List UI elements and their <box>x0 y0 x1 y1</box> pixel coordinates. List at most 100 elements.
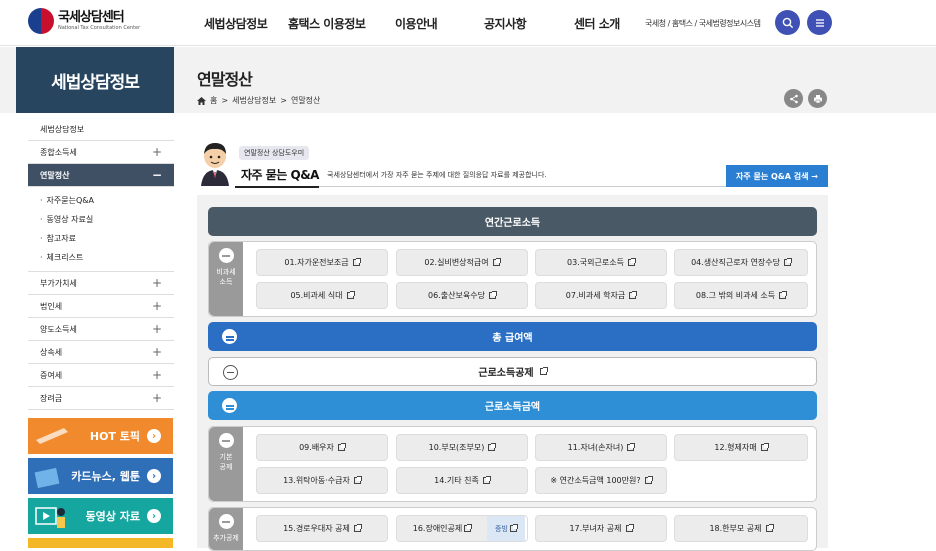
group-label-nontax[interactable]: 비과세 소득 <box>209 242 243 316</box>
sidebar-item-corporate-tax[interactable]: 법인세 + <box>28 295 174 318</box>
print-button[interactable] <box>808 89 827 108</box>
nav-hometax[interactable]: 홈택스 이용정보 <box>288 15 366 32</box>
sidebar-item-year-end[interactable]: 연말정산 − <box>28 164 174 187</box>
sidebar-item-income-tax[interactable]: 종합소득세 + <box>28 141 174 164</box>
qa-item-15[interactable]: 15.경로우대자 공제 <box>256 515 388 542</box>
promo-next[interactable] <box>28 538 173 548</box>
bar-income-amount[interactable]: 근로소득금액 <box>208 391 817 420</box>
qa-item-17[interactable]: 17.부녀자 공제 <box>535 515 667 542</box>
qa-item-06[interactable]: 06.출산보육수당 <box>396 282 528 309</box>
bar-annual-income[interactable]: 연간근로소득 <box>208 207 817 236</box>
submenu-item-reference[interactable]: · 참고자료 <box>40 229 174 248</box>
home-icon[interactable] <box>197 96 206 105</box>
collapse-icon <box>218 248 234 263</box>
qa-item-16-link[interactable]: 16.장애인공제 <box>397 516 487 541</box>
qa-description: 국세상담센터에서 가장 자주 묻는 주제에 대한 질의응답 자료를 제공합니다. <box>327 171 547 179</box>
promo-video[interactable]: 동영상 자료 › <box>28 498 173 534</box>
news-icon <box>34 467 60 489</box>
plus-icon: + <box>151 345 162 359</box>
sidebar-item-label: 장려금 <box>40 393 63 403</box>
external-link-icon <box>464 524 473 532</box>
qa-item-income-limit[interactable]: ※ 연간소득금액 100만원? <box>535 467 667 494</box>
external-link-icon <box>539 367 548 375</box>
qa-item-16-proof[interactable]: 증빙 <box>487 516 525 541</box>
external-link-icon <box>627 258 636 266</box>
plus-icon: + <box>151 391 162 405</box>
sidebar-item-label: 연말정산 <box>40 170 70 180</box>
qa-item-03[interactable]: 03.국외근로소득 <box>535 249 667 276</box>
collapse-icon <box>223 365 238 380</box>
promo-label: 카드뉴스, 웹툰 <box>71 470 140 483</box>
nav-about[interactable]: 센터 소개 <box>574 15 620 32</box>
print-icon <box>813 94 822 103</box>
site-logo[interactable]: 국세상담센터 National Tax Consultation Center <box>28 8 140 34</box>
search-button[interactable] <box>775 10 800 35</box>
logo-emblem-icon <box>28 8 54 34</box>
nav-tax-info[interactable]: 세법상담정보 <box>204 15 268 32</box>
helper-badge: 연말정산 상담도우미 <box>239 146 310 160</box>
qa-item-07[interactable]: 07.비과세 학자금 <box>535 282 667 309</box>
qa-item-12[interactable]: 12.형제자매 <box>674 434 808 461</box>
qa-item-02[interactable]: 02.실비변상적급여 <box>396 249 528 276</box>
bar-deduction[interactable]: 근로소득공제 <box>208 357 817 386</box>
qa-flow-panel: 연간근로소득 비과세 소득 01.자가운전보조금 02.실비변상적급여 03.국… <box>197 195 828 551</box>
megaphone-icon <box>36 428 68 444</box>
breadcrumb-home[interactable]: 홈 <box>210 95 217 106</box>
arrow-right-icon: › <box>147 469 161 483</box>
minus-icon: − <box>151 168 162 182</box>
arrow-right-icon: › <box>147 509 161 523</box>
breadcrumb-current: 연말정산 <box>290 96 321 105</box>
menu-icon <box>815 18 824 27</box>
chevron-right-icon: > <box>221 96 229 105</box>
group-label-additional[interactable]: 추가공제 <box>209 508 243 550</box>
plus-icon: + <box>151 299 162 313</box>
external-link-icon <box>488 291 497 299</box>
promo-card-news[interactable]: 카드뉴스, 웹툰 › <box>28 458 173 494</box>
sidebar-item-incentive[interactable]: 장려금 + <box>28 387 174 410</box>
external-link-icon <box>509 524 518 532</box>
qa-item-10[interactable]: 10.부모(조부모) <box>396 434 528 461</box>
qa-section-title: 자주 묻는 Q&A <box>241 168 319 182</box>
chevron-right-icon: > <box>280 96 287 105</box>
qa-item-01[interactable]: 01.자가운전보조금 <box>256 249 388 276</box>
sidebar-item-tax-info[interactable]: 세법상담정보 <box>28 118 174 141</box>
qa-search-button[interactable]: 자주 묻는 Q&A 검색 → <box>726 165 828 187</box>
external-link-icon <box>629 291 638 299</box>
qa-item-11[interactable]: 11.자녀(손자녀) <box>535 434 667 461</box>
promo-label: HOT 토픽 <box>89 430 140 443</box>
group-basic: 기본 공제 09.배우자 10.부모(조부모) 11.자녀(손자녀) 12.형제… <box>208 426 817 502</box>
qa-item-08[interactable]: 08.그 밖의 비과세 소득 <box>674 282 808 309</box>
qa-item-04[interactable]: 04.생산직근로자 연장수당 <box>674 249 808 276</box>
qa-item-18[interactable]: 18.한부모 공제 <box>674 515 808 542</box>
qa-item-05[interactable]: 05.비과세 식대 <box>256 282 388 309</box>
qa-item-13[interactable]: 13.위탁아동·수급자 <box>256 467 388 494</box>
sidebar-item-transfer-tax[interactable]: 양도소득세 + <box>28 318 174 341</box>
breadcrumb-section[interactable]: 세법상담정보 <box>232 95 276 106</box>
qa-item-09[interactable]: 09.배우자 <box>256 434 388 461</box>
sidebar-item-inheritance-tax[interactable]: 상속세 + <box>28 341 174 364</box>
external-link-icon <box>353 524 362 532</box>
submenu-item-checklist[interactable]: · 체크리스트 <box>40 248 174 267</box>
qa-item-14[interactable]: 14.기타 친족 <box>396 467 528 494</box>
nav-guide[interactable]: 이용안내 <box>395 15 438 32</box>
qa-item-16[interactable]: 16.장애인공제 증빙 <box>396 515 528 542</box>
site-header: 국세상담센터 National Tax Consultation Center … <box>0 0 936 46</box>
plus-icon: + <box>151 276 162 290</box>
external-link-icon <box>644 476 653 484</box>
group-additional: 추가공제 15.경로우대자 공제 16.장애인공제 증빙 17.부녀자 공제 1… <box>208 507 817 551</box>
logo-title: 국세상담센터 <box>58 9 125 25</box>
menu-button[interactable] <box>807 10 832 35</box>
submenu-item-video[interactable]: · 동영상 자료실 <box>40 210 174 229</box>
util-links[interactable]: 국세청 / 홈택스 / 국세법령정보시스템 <box>645 18 761 29</box>
share-button[interactable] <box>784 89 803 108</box>
bar-total-pay[interactable]: 총 급여액 <box>208 322 817 351</box>
sidebar-item-vat[interactable]: 부가가치세 + <box>28 272 174 295</box>
sidebar-item-gift-tax[interactable]: 증여세 + <box>28 364 174 387</box>
nav-notice[interactable]: 공지사항 <box>484 15 527 32</box>
submenu-item-qa[interactable]: · 자주묻는Q&A <box>40 191 174 210</box>
external-link-icon <box>482 476 491 484</box>
sidebar: 세법상담정보 종합소득세 + 연말정산 − · 자주묻는Q&A · 동영상 자료실 · 참… <box>28 118 174 410</box>
promo-hot-topic[interactable]: HOT 토픽 › <box>28 418 173 454</box>
external-link-icon <box>625 524 634 532</box>
group-label-basic[interactable]: 기본 공제 <box>209 427 243 501</box>
